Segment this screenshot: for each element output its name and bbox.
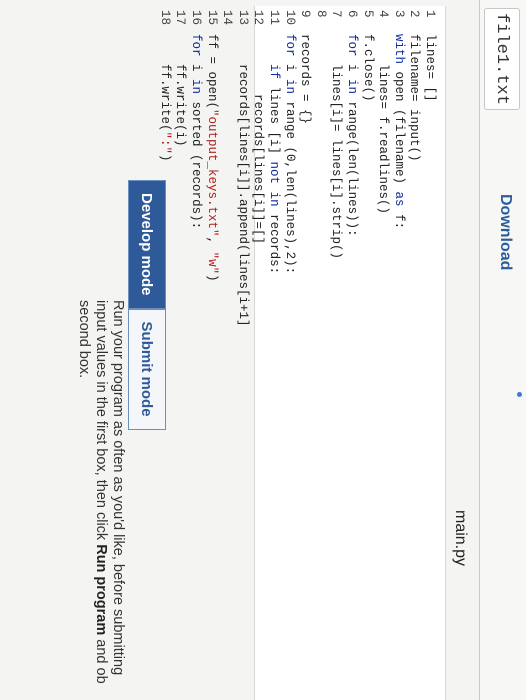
- line-code: ff = open("output_keys.txt", "w"): [204, 34, 219, 282]
- line-number: 18: [157, 10, 172, 26]
- editor-title: main.py: [452, 510, 469, 567]
- line-code: if lines [i] not in records:: [267, 64, 282, 275]
- code-line: 8: [312, 10, 328, 327]
- tab-file1[interactable]: file1.txt: [484, 8, 520, 110]
- line-number: 2: [407, 10, 422, 18]
- line-number: 7: [329, 10, 344, 18]
- line-number: 5: [360, 10, 375, 18]
- line-code: for i in range (0,len(lines),2):: [282, 34, 297, 275]
- code-line: 16 for i in sorted (records):: [188, 10, 204, 327]
- file-tab-bar: file1.txt Download: [479, 0, 526, 700]
- code-line: 1 lines= []: [421, 10, 437, 327]
- code-editor[interactable]: 1 lines= [] 2 filename= input() 3 with open (…: [158, 6, 446, 700]
- line-number: 13: [235, 10, 250, 26]
- code-line: 13 records[lines[i]].append(lines[i+1]: [234, 10, 250, 327]
- line-code: for i in range(len(lines)):: [345, 34, 360, 237]
- code-line: 5 f.close(): [359, 10, 375, 327]
- line-code: for i in sorted (records):: [189, 34, 204, 230]
- code-line: 2 filename= input(): [406, 10, 422, 327]
- line-code: records = {}: [298, 34, 313, 125]
- instructions-end: and ob: [93, 635, 109, 684]
- develop-mode-button[interactable]: Develop mode: [128, 180, 166, 309]
- status-dot-icon: [517, 392, 522, 397]
- instructions-text: Run your program as often as you'd like,…: [75, 300, 126, 700]
- download-link[interactable]: Download: [496, 194, 514, 270]
- line-code: f.close(): [360, 34, 375, 102]
- line-number: 6: [345, 10, 360, 18]
- code-line: 14: [219, 10, 235, 327]
- line-code: records[lines[i]].append(lines[i+1]: [235, 34, 250, 327]
- line-code: lines= f.readlines(): [376, 34, 391, 215]
- line-number: 16: [189, 10, 204, 26]
- code-line: 17 ff.write(i): [172, 10, 188, 327]
- line-number: 8: [313, 10, 328, 18]
- run-program-label: Run program: [93, 544, 109, 636]
- submit-mode-button[interactable]: Submit mode: [128, 308, 166, 430]
- line-number: 1: [423, 10, 437, 18]
- line-code: ff.write(i): [173, 34, 188, 147]
- line-code: lines[i]= lines[i].strip(): [329, 34, 344, 260]
- line-code: with open (filename) as f:: [391, 34, 406, 230]
- line-number: 4: [376, 10, 391, 18]
- code-lines: 1 lines= [] 2 filename= input() 3 with open (…: [156, 10, 437, 327]
- line-number: 10: [282, 10, 297, 26]
- line-number: 17: [173, 10, 188, 26]
- line-code: records[lines[i]]=[]: [251, 34, 266, 245]
- line-number: 9: [298, 10, 313, 18]
- mode-switch: Develop mode Submit mode: [128, 180, 166, 430]
- line-code: lines= []: [423, 34, 437, 102]
- line-number: 3: [391, 10, 406, 18]
- code-line: 4 lines= f.readlines(): [375, 10, 391, 327]
- code-line: 15 ff = open("output_keys.txt", "w"): [203, 10, 219, 327]
- line-code: filename= input(): [407, 34, 422, 162]
- instructions-line1: Run your program as often as you'd like,…: [110, 300, 126, 676]
- code-line: 7 lines[i]= lines[i].strip(): [328, 10, 344, 327]
- line-code: ff.write(":"): [157, 34, 172, 162]
- line-number: 11: [267, 10, 282, 26]
- code-line: 10 for i in range (0,len(lines),2):: [281, 10, 297, 327]
- line-number: 15: [204, 10, 219, 26]
- instructions-line3: second box.: [76, 300, 92, 379]
- line-number: 12: [251, 10, 266, 26]
- code-line: 9 records = {}: [297, 10, 313, 327]
- rotated-page: file1.txt Download main.py 1 lines= [] 2 fi…: [0, 0, 526, 700]
- code-line: 11 if lines [i] not in records:: [265, 10, 281, 327]
- code-line: 6 for i in range(len(lines)):: [343, 10, 359, 327]
- code-line: 12 records[lines[i]]=[]: [250, 10, 266, 327]
- line-number: 14: [220, 10, 235, 26]
- instructions-line2: input values in the first box, then clic…: [93, 300, 109, 545]
- code-line: 3 with open (filename) as f:: [390, 10, 406, 327]
